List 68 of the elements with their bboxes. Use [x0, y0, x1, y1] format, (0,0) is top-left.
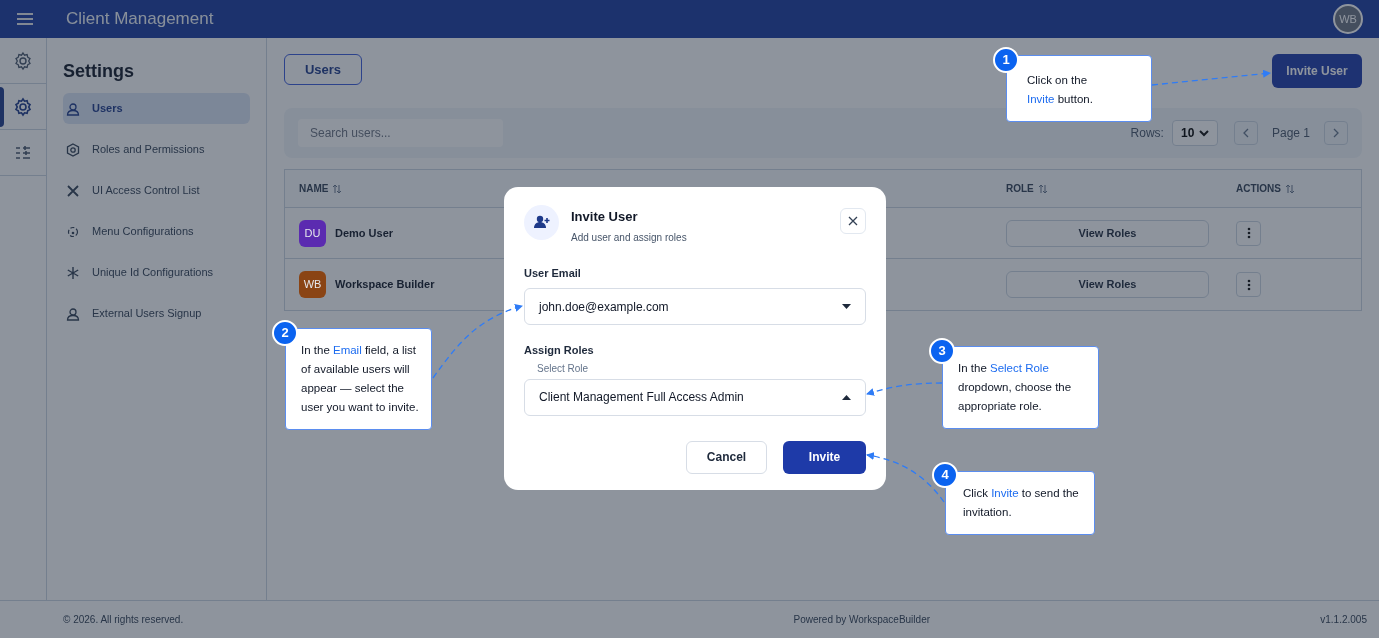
chevron-left-icon — [1242, 128, 1249, 138]
sort-icon[interactable] — [1285, 183, 1295, 194]
sidebar-item[interactable]: Menu Configurations — [63, 216, 250, 247]
selected-indicator — [0, 87, 4, 127]
kebab-icon — [1246, 278, 1251, 291]
app-title: Client Management — [66, 8, 215, 31]
asterisk-icon — [66, 265, 80, 280]
avatar: DU — [299, 219, 326, 247]
column-header[interactable]: NAME — [299, 181, 329, 196]
page-indicator: Page 1 — [1271, 125, 1310, 142]
column-header[interactable]: ACTIONS — [1236, 181, 1281, 196]
view-roles-button[interactable]: View Roles — [1006, 271, 1209, 298]
next-page-button[interactable] — [1324, 121, 1348, 145]
column-header[interactable]: ROLE — [1006, 181, 1034, 196]
avatar: WB — [299, 271, 326, 298]
search-field[interactable]: Search users... — [298, 119, 503, 147]
kebab-icon — [1246, 227, 1251, 239]
user-icon — [66, 306, 80, 321]
sidebar-item[interactable]: Users — [63, 93, 250, 124]
dialog-title: Invite User — [571, 208, 639, 226]
rows-dropdown[interactable]: 10 — [1171, 120, 1218, 146]
sidebar-item[interactable]: Roles and Permissions — [63, 134, 250, 165]
step-badge: 4 — [932, 462, 958, 488]
rows-label: Rows: — [1130, 125, 1164, 142]
gear-icon[interactable] — [13, 50, 33, 71]
gear-icon[interactable] — [13, 96, 33, 117]
users-tab[interactable]: Users — [284, 54, 362, 85]
step-badge: 2 — [272, 320, 298, 346]
select-role-label: Select Role — [537, 362, 590, 375]
callout-text: In the Select Role dropdown, choose the appropriate role. — [958, 361, 1073, 414]
menu-icon[interactable] — [16, 12, 34, 26]
invite-user-button[interactable]: Invite User — [1272, 54, 1362, 88]
version-text: v1.1.2.005 — [1320, 613, 1367, 627]
chevron-down-icon — [1198, 129, 1209, 137]
user-icon — [66, 101, 80, 116]
table-cell-text: Workspace Builder — [335, 277, 435, 293]
sidebar-item[interactable]: UI Access Control List — [63, 175, 250, 206]
callout-text: Click on the Invite button. — [1027, 73, 1094, 107]
sidebar-item[interactable]: Unique Id Configurations — [63, 257, 250, 288]
callout-text: Click Invite to send the invitation. — [963, 486, 1080, 520]
powered-by-text: Powered by WorkspaceBuilder — [793, 613, 931, 627]
table-cell-text: Demo User — [335, 225, 394, 241]
dashed-circle-icon — [66, 224, 80, 239]
step-badge: 3 — [929, 338, 955, 364]
close-button[interactable] — [840, 208, 866, 234]
sort-icon[interactable] — [332, 183, 343, 194]
step-badge: 1 — [993, 47, 1019, 73]
dialog-subtitle: Add user and assign roles — [571, 230, 688, 245]
hexagon-icon — [66, 142, 80, 157]
add-user-icon — [524, 205, 559, 240]
view-roles-button[interactable]: View Roles — [1006, 219, 1209, 247]
close-icon — [66, 183, 80, 198]
chevron-right-icon — [1333, 128, 1339, 138]
sort-icon[interactable] — [1037, 183, 1048, 194]
user-email-field[interactable]: john.doe@example.com — [524, 288, 866, 325]
user-avatar[interactable]: WB — [1333, 4, 1363, 34]
field-label: User Email — [524, 265, 582, 281]
field-label: Assign Roles — [524, 343, 595, 358]
invite-button[interactable]: Invite — [783, 440, 866, 474]
callout-text: In the Email field, a list of available users will appear — select the user you want to invite. — [301, 343, 420, 415]
role-dropdown[interactable]: Client Management Full Access Admin — [524, 378, 866, 416]
dropdown-arrow-icon — [842, 304, 851, 309]
close-icon — [848, 216, 858, 226]
previous-page-button[interactable] — [1233, 121, 1258, 145]
copyright-text: © 2026. All rights reserved. — [63, 613, 184, 627]
sidebar-item[interactable]: External Users Signup — [63, 298, 250, 329]
sidebar-title: Settings — [63, 60, 135, 83]
cancel-button[interactable]: Cancel — [686, 440, 767, 474]
